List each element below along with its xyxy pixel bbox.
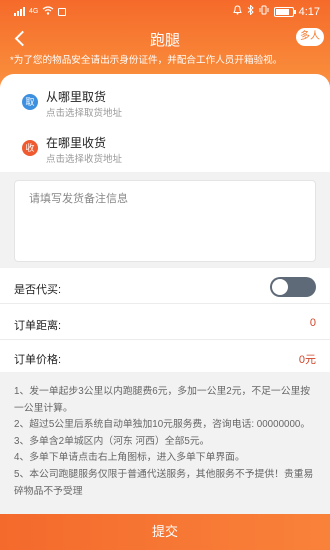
purchase-toggle[interactable] — [270, 277, 316, 297]
status-left: 4G — [14, 6, 67, 17]
signal-icon — [14, 7, 25, 16]
order-form: 是否代买: 订单距离: 0 订单价格: 0元 — [0, 268, 330, 372]
network-type: 4G — [29, 8, 39, 15]
price-value: 0元 — [298, 354, 316, 366]
rule-item: 2、超过5公里后系统自动单独加10元服务费，咨询电话: 00000000。 — [14, 419, 311, 431]
pickup-badge-icon: 取 — [22, 94, 38, 110]
multi-person-button[interactable]: 多人 — [296, 28, 324, 46]
pickup-address-row[interactable]: 取 从哪里取货 点击选择取货地址 — [22, 88, 302, 119]
rule-item: 4、多单下单请点击右上角图标，进入多单下单界面。 — [14, 452, 245, 464]
nav-bar: 跑腿 多人 — [0, 26, 330, 50]
rule-item: 3、多单含2单城区内（河东 河西）全部5元。 — [14, 435, 210, 447]
delivery-note-input[interactable] — [15, 181, 315, 261]
rule-item: 1、发一单起步3公里以内跑腿费6元，多加一公里2元，不足一公里按一公里计算。 — [14, 386, 311, 414]
distance-label: 订单距离: — [14, 320, 62, 332]
vibrate-icon — [259, 5, 269, 18]
note-box — [14, 180, 316, 262]
wifi-icon — [42, 6, 54, 17]
price-row: 订单价格: 0元 — [0, 340, 330, 374]
status-right: 4:17 — [232, 4, 320, 18]
purchase-label: 是否代买: — [14, 284, 62, 296]
toggle-knob — [272, 279, 288, 295]
delivery-address-row[interactable]: 收 在哪里收货 点击选择收货地址 — [22, 134, 302, 165]
page-title: 跑腿 — [149, 32, 180, 49]
delivery-badge-icon: 收 — [22, 140, 38, 156]
status-bar: 4G 4:17 — [0, 0, 330, 24]
clock: 4:17 — [298, 5, 320, 18]
delivery-subtitle: 点击选择收货地址 — [46, 154, 123, 165]
pickup-title: 从哪里取货 — [46, 90, 107, 104]
bluetooth-icon — [247, 4, 254, 18]
distance-value: 0 — [309, 317, 316, 329]
price-label: 订单价格: — [14, 354, 62, 366]
distance-row: 订单距离: 0 — [0, 306, 330, 340]
rule-item: 5、本公司跑腿服务仅限于普通代送服务，其他服务不予提供！贵重易碎物品不予受理 — [14, 468, 314, 497]
safety-notice: *为了您的物品安全请出示身份证件，并配合工作人员开箱验视。 — [10, 55, 283, 66]
notification-icon — [58, 7, 67, 16]
address-card: 取 从哪里取货 点击选择取货地址 收 在哪里收货 点击选择收货地址 — [0, 74, 330, 172]
service-rules: 1、发一单起步3公里以内跑腿费6元，多加一公里2元，不足一公里按一公里计算。 2… — [14, 384, 318, 500]
pickup-subtitle: 点击选择取货地址 — [46, 108, 123, 119]
delivery-title: 在哪里收货 — [46, 136, 107, 150]
submit-button[interactable]: 提交 — [0, 514, 330, 550]
purchase-row: 是否代买: — [0, 270, 330, 304]
battery-icon — [273, 6, 296, 17]
bell-icon — [232, 5, 242, 18]
